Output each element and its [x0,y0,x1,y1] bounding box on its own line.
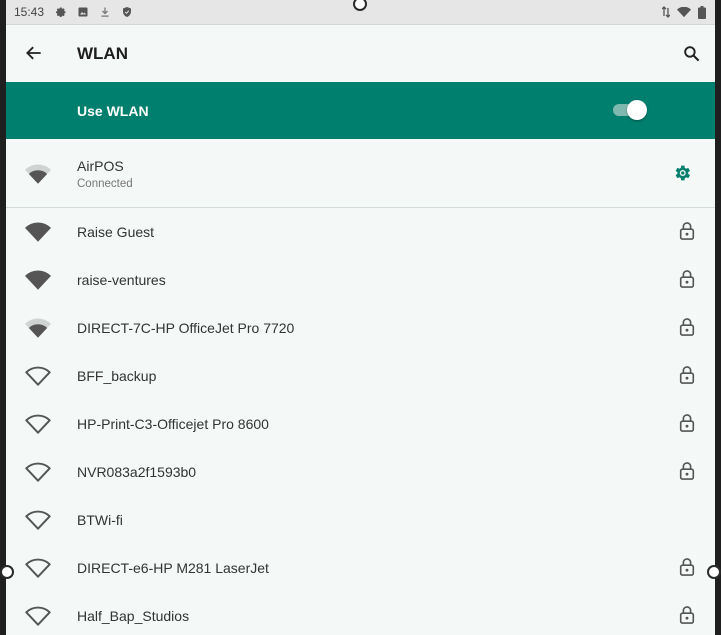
network-row[interactable]: BFF_backup [6,352,715,400]
wifi-signal-icon [25,164,51,184]
lock-icon [679,270,695,288]
network-name: DIRECT-e6-HP M281 LaserJet [77,560,269,576]
network-row[interactable]: DIRECT-7C-HP OfficeJet Pro 7720 [6,304,715,352]
battery-icon [695,5,709,19]
wifi-signal-icon [25,462,51,482]
network-name: HP-Print-C3-Officejet Pro 8600 [77,416,269,432]
network-row[interactable]: BTWi-fi [6,496,715,544]
image-icon [76,5,90,19]
lock-icon [679,414,695,432]
use-wlan-label: Use WLAN [77,103,149,119]
wlan-toggle[interactable] [611,100,647,120]
connection-status: Connected [77,178,133,190]
back-button[interactable] [20,39,48,67]
network-row[interactable]: Raise Guest [6,208,715,256]
data-arrows-icon [659,5,673,19]
wifi-signal-icon [25,558,51,578]
network-name: BTWi-fi [77,512,123,528]
connected-network-row[interactable]: AirPOS Connected [6,139,715,208]
left-resize-handle[interactable] [0,565,14,579]
wifi-icon [677,5,691,19]
available-networks-list: Raise Guest raise-ventures DIRECT-7C-HP Of… [6,208,715,635]
network-name: Half_Bap_Studios [77,608,190,624]
network-name: NVR083a2f1593b0 [77,464,197,480]
lock-icon [679,558,695,576]
shield-icon [120,5,134,19]
wifi-signal-icon [25,606,51,626]
right-resize-handle[interactable] [707,565,721,579]
gear-icon[interactable] [672,163,692,183]
status-time: 15:43 [14,5,45,19]
wifi-signal-icon [25,510,51,530]
use-wlan-bar[interactable]: Use WLAN [6,82,715,139]
page-title: WLAN [77,44,128,63]
search-button[interactable] [677,39,705,67]
settings-screen: 15:43 WLAN Use WLAN AirPOS Connected Rai… [6,0,715,635]
wifi-signal-icon [25,366,51,386]
wifi-signal-icon [25,414,51,434]
network-name: BFF_backup [77,368,157,384]
lock-icon [679,606,695,624]
network-row[interactable]: raise-ventures [6,256,715,304]
gear-icon [54,5,68,19]
toggle-thumb [627,100,647,120]
network-row[interactable]: HP-Print-C3-Officejet Pro 8600 [6,400,715,448]
app-bar: WLAN [6,25,715,81]
network-name: Raise Guest [77,224,155,240]
lock-icon [679,366,695,384]
network-row[interactable]: NVR083a2f1593b0 [6,448,715,496]
lock-icon [679,318,695,336]
lock-icon [679,222,695,240]
download-icon [98,5,112,19]
search-icon [683,45,699,61]
network-name: AirPOS [77,158,124,174]
lock-icon [679,462,695,480]
network-row[interactable]: DIRECT-e6-HP M281 LaserJet [6,544,715,592]
wifi-signal-icon [25,270,51,290]
wifi-signal-icon [25,318,51,338]
wifi-signal-icon [25,222,51,242]
network-name: raise-ventures [77,272,166,288]
back-arrow-icon [26,46,41,60]
network-name: DIRECT-7C-HP OfficeJet Pro 7720 [77,320,295,336]
network-row[interactable]: Half_Bap_Studios [6,592,715,635]
